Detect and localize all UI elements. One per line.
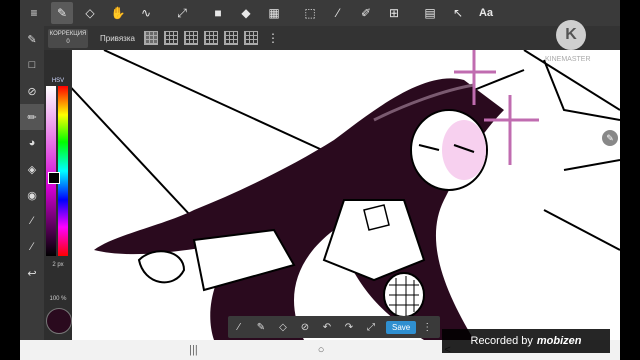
- undo-icon[interactable]: ↶: [316, 316, 338, 338]
- recorded-by-watermark: Recorded by mobizen: [442, 329, 610, 353]
- hand-icon[interactable]: ✋: [107, 2, 129, 24]
- snap-label: Привязка: [100, 33, 135, 43]
- top-toolbar: ≡ ✎ ◇ ✋ ∿ ⤢ ■ ◆ ▦ ⬚ ⁄ ✐ ⊞ ▤ ↖ Aa: [20, 0, 620, 26]
- drawing-canvas[interactable]: [44, 50, 620, 340]
- pencil-float-icon[interactable]: ✎: [602, 130, 618, 146]
- text-tool-button[interactable]: Aa: [475, 2, 497, 24]
- tool-options-bar: КОРРЕКЦИЯ 0 Привязка ⋮: [20, 26, 620, 50]
- grid-menu-icon[interactable]: ⋮: [416, 316, 438, 338]
- transform-icon[interactable]: ⤢: [360, 316, 382, 338]
- gradient-icon[interactable]: ▦: [263, 2, 285, 24]
- eyedropper-icon[interactable]: ⁄: [228, 316, 250, 338]
- recorded-prefix: Recorded by: [470, 335, 533, 347]
- layout-icon[interactable]: ▤: [419, 2, 441, 24]
- ruler-icon[interactable]: ∕: [20, 234, 44, 260]
- recent-apps-icon[interactable]: |||: [189, 344, 198, 356]
- fill-rect-icon[interactable]: ■: [207, 2, 229, 24]
- snap-parallel-icon[interactable]: [143, 31, 158, 45]
- saturation-slider[interactable]: [46, 86, 56, 256]
- zoom-label: 100 %: [49, 296, 67, 302]
- pen-icon[interactable]: ✎: [250, 316, 272, 338]
- eraser-icon[interactable]: ◇: [79, 2, 101, 24]
- rotate-icon[interactable]: ⊘: [20, 78, 44, 104]
- left-toolbar: ✎ □ ⊘ ✏ ◕ ◈ ◉ ⁄ ∕ ↩: [20, 26, 44, 340]
- layers-icon[interactable]: ◈: [20, 156, 44, 182]
- kinemaster-text: KINEMASTER: [545, 56, 591, 63]
- more-icon[interactable]: ⋮: [267, 31, 279, 45]
- edit-icon[interactable]: ✐: [355, 2, 377, 24]
- correction-control[interactable]: КОРРЕКЦИЯ 0: [48, 28, 88, 48]
- no-select-icon[interactable]: ⊘: [294, 316, 316, 338]
- home-icon[interactable]: ○: [318, 344, 325, 356]
- eraser-icon[interactable]: ◇: [272, 316, 294, 338]
- snap-crisscross-icon[interactable]: [183, 31, 198, 45]
- color-swatch[interactable]: [46, 308, 72, 334]
- correction-label: КОРРЕКЦИЯ: [49, 30, 87, 37]
- color-palette-panel: HSV 2 px 100 %: [44, 50, 72, 340]
- add-image-icon[interactable]: ⊞: [383, 2, 405, 24]
- app-screen: ≡ ✎ ◇ ✋ ∿ ⤢ ■ ◆ ▦ ⬚ ⁄ ✐ ⊞ ▤ ↖ Aa КОРРЕКЦ…: [20, 0, 620, 360]
- brush-icon[interactable]: ✏: [20, 104, 44, 130]
- back-icon[interactable]: ↩: [20, 260, 44, 286]
- snap-focus-icon[interactable]: [203, 31, 218, 45]
- correction-value: 0: [66, 38, 70, 45]
- curve-icon[interactable]: ∿: [135, 2, 157, 24]
- pointer-icon[interactable]: ↖: [447, 2, 469, 24]
- select-move-icon[interactable]: ⤢: [171, 2, 193, 24]
- snap-circle-icon[interactable]: [243, 31, 258, 45]
- material-icon[interactable]: ◉: [20, 182, 44, 208]
- edit-square-icon[interactable]: ✎: [20, 26, 44, 52]
- kinemaster-logo: K: [556, 20, 586, 50]
- artwork: [44, 50, 620, 340]
- bottom-toolbar: ⁄ ✎ ◇ ⊘ ↶ ↷ ⤢ Save ⋮: [228, 316, 440, 338]
- snap-radial-icon[interactable]: [223, 31, 238, 45]
- recorded-brand: mobizen: [536, 335, 582, 347]
- pen-icon[interactable]: ✎: [51, 2, 73, 24]
- brush-size-label: 2 px: [52, 262, 64, 268]
- color-mode-label: HSV: [51, 78, 65, 84]
- frame-icon[interactable]: □: [20, 52, 44, 78]
- redo-icon[interactable]: ↷: [338, 316, 360, 338]
- select-rect-icon[interactable]: ⬚: [299, 2, 321, 24]
- hue-slider[interactable]: [58, 86, 68, 256]
- menu-icon[interactable]: ≡: [23, 2, 45, 24]
- save-button[interactable]: Save: [386, 320, 417, 334]
- magic-wand-icon[interactable]: ⁄: [327, 2, 349, 24]
- eyedropper-icon[interactable]: ⁄: [20, 208, 44, 234]
- snap-grid-icon[interactable]: [163, 31, 178, 45]
- palette-icon[interactable]: ◕: [20, 130, 44, 156]
- bucket-icon[interactable]: ◆: [235, 2, 257, 24]
- current-color-marker[interactable]: [48, 172, 60, 184]
